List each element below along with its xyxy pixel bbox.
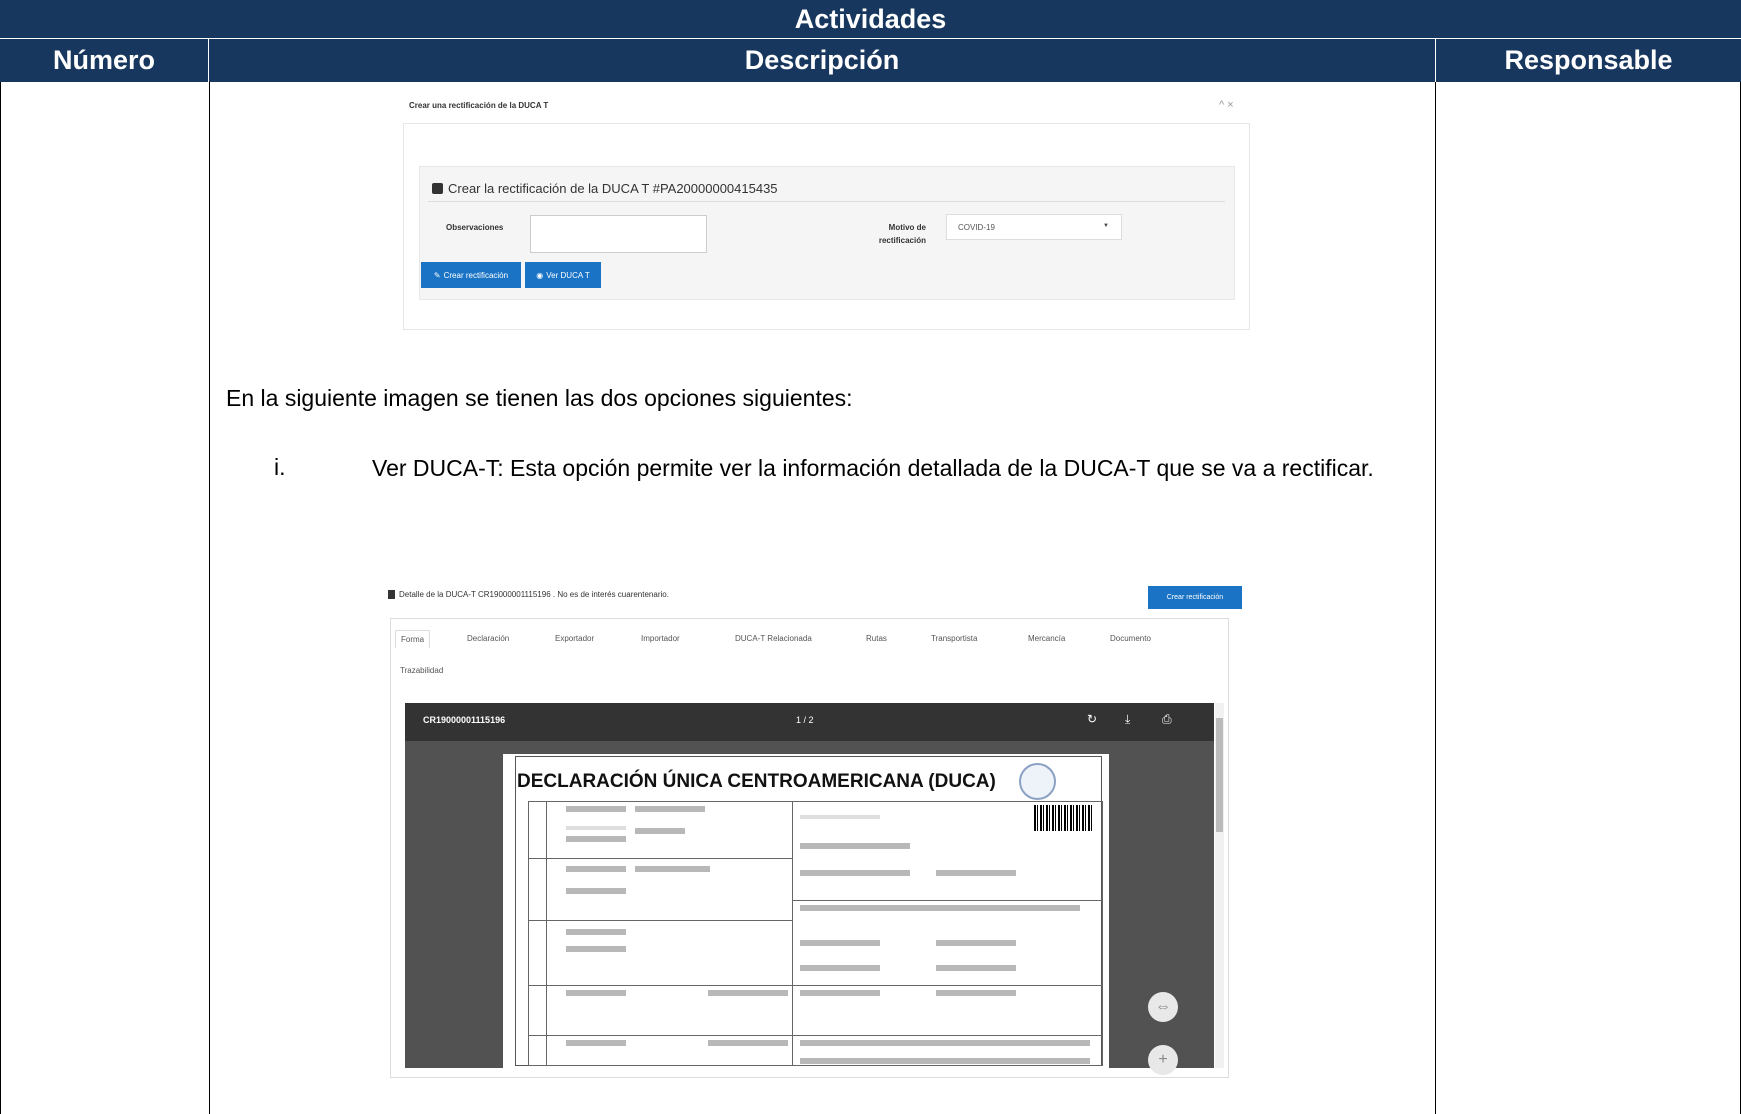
form-field-value [800, 815, 880, 819]
tab-duca-t-relacionada[interactable]: DUCA-T Relacionada [735, 634, 812, 643]
form-field-label [635, 806, 705, 812]
seal-logo [1019, 763, 1056, 800]
detail-title-text: Detalle de la DUCA-T CR19000001115196 . … [399, 590, 669, 599]
eye-icon: ◉ [536, 270, 544, 280]
form-field-label [566, 1040, 626, 1046]
form-section-line [528, 1035, 1103, 1036]
form-field-label [566, 990, 626, 996]
form-field-label [566, 946, 626, 952]
viewer-scrollbar-thumb[interactable] [1216, 718, 1223, 832]
form-field-label [936, 940, 1016, 946]
list-item-text: Ver DUCA-T: Esta opción permite ver la i… [372, 455, 1374, 481]
col-descripcion-header: Descripción [209, 39, 1436, 82]
observaciones-label: Observaciones [446, 223, 504, 232]
form-section-line [528, 858, 792, 859]
form-field-label [936, 990, 1016, 996]
crear-rectificacion-button[interactable]: ✎ Crear rectificación [421, 262, 521, 288]
form-section-line [528, 920, 792, 921]
col-responsable-header: Responsable [1504, 45, 1673, 75]
caret-down-icon: ▼ [1103, 223, 1109, 229]
form-field-label [566, 866, 626, 872]
form-field-label [936, 870, 1016, 876]
tab-trazabilidad[interactable]: Trazabilidad [400, 666, 443, 675]
download-icon[interactable]: ⤓ [1125, 712, 1130, 727]
document-icon [388, 590, 395, 599]
print-icon[interactable]: ⎙ [1162, 712, 1172, 727]
motivo-label: Motivo de rectificación [878, 223, 926, 245]
tab-mercancia[interactable]: Mercancía [1028, 634, 1065, 643]
motivo-select-value: COVID-19 [958, 222, 995, 232]
ver-duca-t-button[interactable]: ◉ Ver DUCA T [525, 262, 601, 288]
tab-rutas[interactable]: Rutas [866, 634, 887, 643]
col-numero-header: Número [0, 39, 209, 82]
form-section-line [792, 900, 1103, 901]
form-field-label [800, 940, 880, 946]
form-section-line [528, 985, 1103, 986]
form-field-label [800, 1040, 1090, 1046]
panel-divider [428, 201, 1225, 202]
form-field-value [566, 826, 626, 830]
form-field-label [800, 843, 910, 849]
form-field-label [635, 866, 710, 872]
tab-transportista[interactable]: Transportista [931, 634, 977, 643]
panel-heading: Crear la rectificación de la DUCA T #PA2… [432, 181, 778, 196]
tab-forma[interactable]: Forma [395, 630, 431, 648]
edit-icon: ✎ [433, 270, 441, 280]
form-field-label [635, 828, 685, 834]
form-field-label [800, 965, 880, 971]
crear-rectificacion-top-button[interactable]: Crear rectificación [1148, 586, 1242, 609]
table-divider-2 [1435, 82, 1436, 1114]
tab-importador[interactable]: Importador [641, 634, 680, 643]
pdf-doc-name: CR19000001115196 [423, 715, 506, 725]
table-header-row: Número Descripción Responsable [0, 39, 1741, 82]
form-field-label [566, 888, 626, 894]
form-field-label [800, 990, 880, 996]
observaciones-textarea[interactable] [530, 215, 707, 253]
pdf-page-indicator: 1 / 2 [796, 715, 814, 725]
rotate-icon[interactable]: ↻ [1087, 712, 1097, 726]
tab-exportador[interactable]: Exportador [555, 634, 594, 643]
form-field-label [936, 965, 1016, 971]
list-item-number: i. [274, 454, 286, 480]
ver-duca-t-label: Ver DUCA T [546, 270, 590, 280]
crear-rectificacion-label: Crear rectificación [443, 270, 509, 280]
table-border-left [0, 82, 1, 1114]
tab-documento[interactable]: Documento [1110, 634, 1151, 643]
intro-paragraph: En la siguiente imagen se tienen las dos… [226, 385, 853, 411]
form-mid-divider [792, 801, 793, 1066]
fit-page-icon[interactable]: ⇔ [1148, 992, 1178, 1022]
duca-document-title: DECLARACIÓN ÚNICA CENTROAMERICANA (DUCA) [517, 771, 996, 792]
form-field-label [708, 1040, 788, 1046]
form-side-divider [546, 801, 547, 1066]
form-field-label [566, 806, 626, 812]
detail-title: Detalle de la DUCA-T CR19000001115196 . … [388, 590, 669, 599]
form-field-label [566, 929, 626, 935]
form-field-label [800, 1058, 1090, 1064]
table-divider-1 [209, 82, 210, 1114]
tab-declaracion[interactable]: Declaración [467, 634, 509, 643]
form-field-label [800, 870, 910, 876]
motivo-select[interactable]: COVID-19 ▼ [946, 214, 1122, 240]
panel-heading-text: Crear la rectificación de la DUCA T #PA2… [448, 181, 778, 196]
form-field-label [800, 905, 1080, 911]
modal-title: Crear una rectificación de la DUCA T [409, 101, 549, 110]
form-field-label [708, 990, 788, 996]
edit-icon [432, 183, 443, 194]
zoom-in-icon[interactable]: + [1148, 1045, 1178, 1075]
modal-controls[interactable]: ^ × [1219, 99, 1234, 111]
table-title: Actividades [0, 0, 1741, 39]
form-field-label [566, 836, 626, 842]
